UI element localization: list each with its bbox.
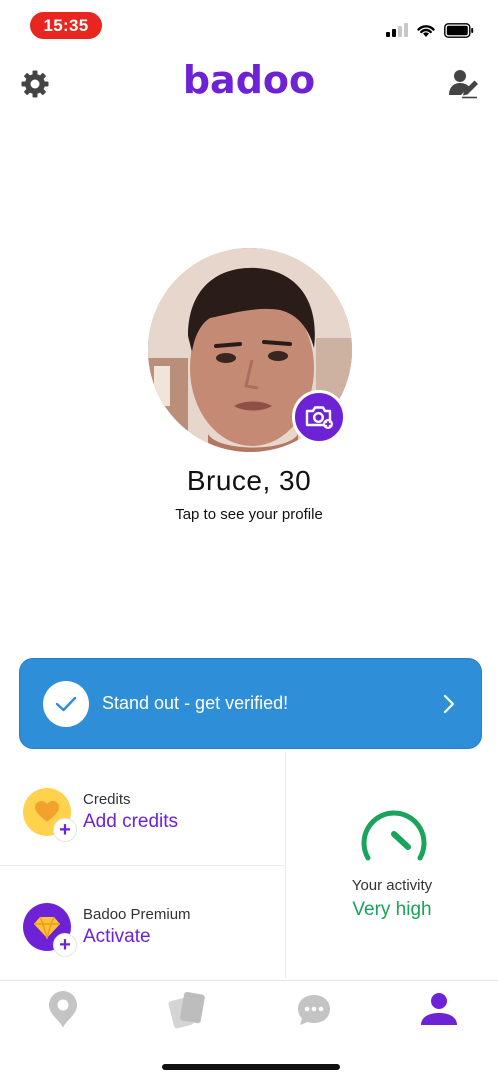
- nav-encounters[interactable]: [162, 988, 212, 1032]
- signal-icon: [386, 23, 408, 37]
- add-credits-button[interactable]: + Credits Add credits: [23, 782, 283, 842]
- chevron-right-icon: [443, 694, 455, 713]
- activity-label: Your activity: [351, 877, 433, 894]
- status-time: 15:35: [30, 12, 102, 39]
- badoo-logo: badoo: [182, 58, 316, 102]
- activity-panel[interactable]: Your activity Very high: [286, 752, 498, 978]
- checkmark-icon: [55, 696, 77, 711]
- premium-action: Activate: [83, 926, 151, 947]
- home-indicator: [162, 1064, 340, 1070]
- add-photo-button[interactable]: [292, 390, 346, 444]
- edit-profile-button[interactable]: [446, 66, 482, 102]
- nav-profile[interactable]: [414, 988, 464, 1032]
- plus-icon: +: [53, 818, 77, 842]
- cards-icon: [168, 991, 205, 1029]
- bottom-nav-divider: [0, 980, 498, 981]
- profile-subtitle[interactable]: Tap to see your profile: [0, 506, 498, 523]
- activate-premium-button[interactable]: + Badoo Premium Activate: [23, 897, 283, 957]
- activity-gauge-icon: [361, 810, 427, 861]
- profile-name[interactable]: Bruce, 30: [0, 465, 498, 497]
- credits-action: Add credits: [83, 811, 179, 832]
- profile-photo[interactable]: [148, 248, 352, 452]
- edit-profile-icon: [449, 70, 478, 99]
- premium-title: Badoo Premium: [83, 906, 191, 923]
- plus-icon: +: [53, 933, 77, 957]
- status-icons: [386, 20, 474, 40]
- premium-icon: +: [23, 903, 77, 957]
- profile-icon: [421, 993, 457, 1025]
- credits-icon: +: [23, 788, 77, 842]
- verified-check: [43, 680, 89, 727]
- chat-bubble-icon: [298, 995, 330, 1025]
- get-verified-banner[interactable]: Stand out - get verified!: [19, 658, 482, 749]
- nav-messages[interactable]: [289, 988, 339, 1032]
- nav-nearby[interactable]: [38, 988, 88, 1032]
- activity-value: Very high: [352, 899, 432, 920]
- grid-divider-horizontal: [0, 865, 285, 866]
- credits-title: Credits: [83, 791, 131, 808]
- battery-icon: [444, 22, 474, 38]
- location-pin-icon: [49, 991, 77, 1028]
- wifi-icon: [417, 24, 435, 37]
- verify-banner-text: Stand out - get verified!: [102, 693, 289, 713]
- camera-icon: [305, 406, 333, 429]
